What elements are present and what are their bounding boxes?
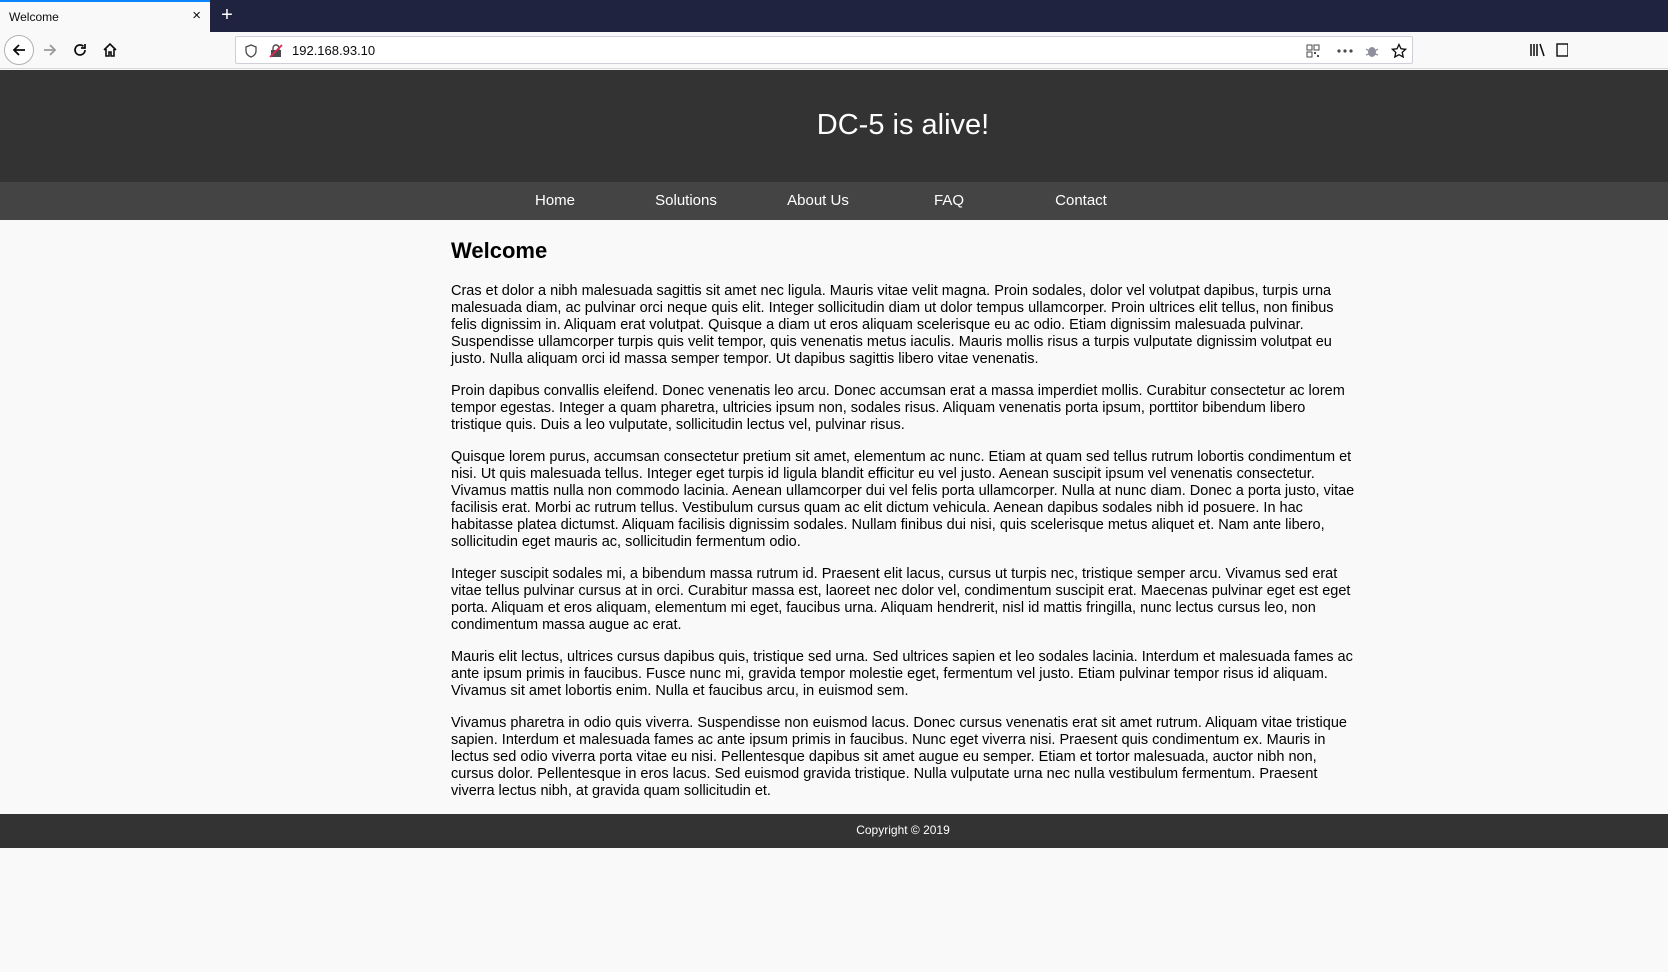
site-navigation: Home Solutions About Us FAQ Contact [0,182,1668,220]
nav-link-faq[interactable]: FAQ [883,192,1015,209]
site-header: DC-5 is alive! [0,70,1668,182]
more-icon[interactable] [1336,42,1354,60]
nav-link-about-us[interactable]: About Us [752,192,884,209]
tab-bar: Welcome × + [0,0,1668,32]
back-button[interactable] [4,35,34,65]
home-button[interactable] [96,36,124,64]
sidebar-button[interactable] [1554,36,1568,64]
tab-close-button[interactable]: × [192,7,201,25]
url-bar[interactable]: 192.168.93.10 [235,36,1413,64]
nav-link-home[interactable]: Home [489,192,621,209]
reload-icon [74,44,86,56]
site-title: DC-5 is alive! [816,109,990,141]
web-page: DC-5 is alive! Home Solutions About Us F… [0,70,1668,914]
home-icon [103,42,117,57]
content-paragraph: Cras et dolor a nibh malesuada sagittis … [451,283,1334,367]
star-icon[interactable] [1390,42,1408,60]
new-tab-button[interactable]: + [216,3,238,27]
reload-button[interactable] [66,36,94,64]
nav-link-solutions[interactable]: Solutions [620,192,752,209]
content-paragraph: Quisque lorem purus, accumsan consectetu… [451,449,1355,550]
content-paragraph: Integer suscipit sodales mi, a bibendum … [451,566,1351,633]
page-heading: Welcome [451,238,548,263]
copyright-text: Copyright © 2019 [856,823,950,837]
back-arrow-icon [12,44,25,56]
forward-arrow-icon [44,44,57,56]
tab-welcome[interactable]: Welcome × [0,0,210,32]
library-button[interactable] [1524,36,1552,64]
content-paragraph: Vivamus pharetra in odio quis viverra. S… [451,715,1347,799]
shield-icon[interactable] [242,42,260,60]
bug-icon[interactable] [1363,42,1381,60]
forward-button[interactable] [36,36,64,64]
content-paragraph: Proin dapibus convallis eleifend. Donec … [451,383,1345,433]
navigation-toolbar: 192.168.93.10 [0,32,1668,69]
content-paragraph: Mauris elit lectus, ultrices cursus dapi… [451,649,1353,699]
qr-code-icon[interactable] [1304,42,1322,60]
insecure-lock-icon[interactable] [267,42,285,60]
tab-title: Welcome [9,10,59,24]
site-footer: Copyright © 2019 [0,814,1668,848]
main-content: Welcome Cras et dolor a nibh malesuada s… [451,238,1357,815]
nav-link-contact[interactable]: Contact [1015,192,1147,209]
library-icon [1530,43,1545,57]
sidebar-icon [1556,43,1568,57]
url-text[interactable]: 192.168.93.10 [292,43,375,58]
